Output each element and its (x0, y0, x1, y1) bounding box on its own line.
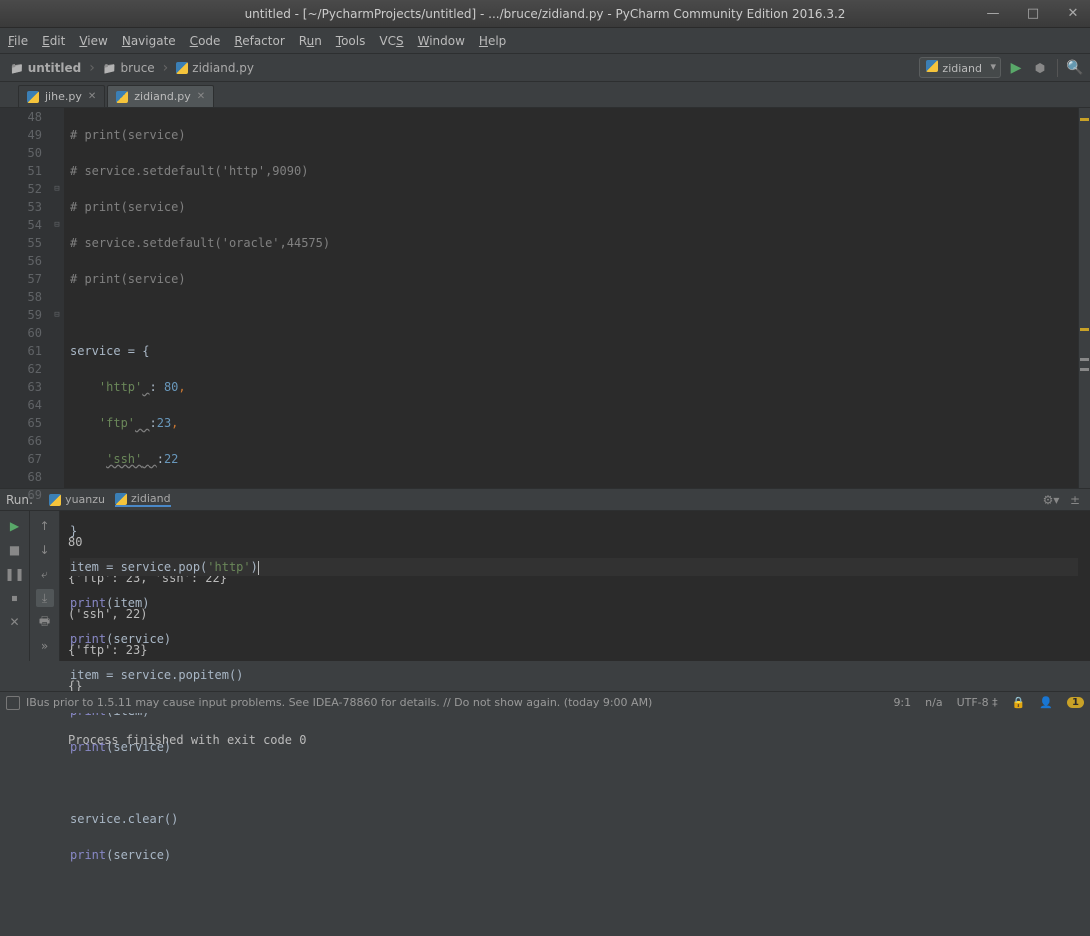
line-separator[interactable]: n/a (925, 696, 942, 709)
code-area[interactable]: # print(service) # service.setdefault('h… (64, 108, 1078, 488)
breadcrumb-project[interactable]: untitled (6, 59, 85, 77)
python-file-icon (27, 91, 39, 103)
cursor-position[interactable]: 9:1 (893, 696, 911, 709)
menu-vcs[interactable]: VCS (379, 34, 403, 48)
encoding[interactable]: UTF-8 ‡ (957, 696, 998, 709)
pause-button[interactable]: ❚❚ (6, 565, 24, 583)
error-stripe[interactable] (1078, 108, 1090, 488)
folder-icon (10, 61, 24, 75)
menu-window[interactable]: Window (418, 34, 465, 48)
status-message[interactable]: IBus prior to 1.5.11 may cause input pro… (26, 696, 652, 709)
tab-label: jihe.py (45, 90, 82, 103)
breadcrumb-folder[interactable]: bruce (99, 59, 159, 77)
exit-button[interactable]: ⏹ (6, 589, 24, 607)
expand-icon[interactable]: » (36, 637, 54, 655)
menu-refactor[interactable]: Refactor (234, 34, 284, 48)
navigation-bar: untitled › bruce › zidiand.py zidiand ▶ … (0, 54, 1090, 82)
separator (1057, 59, 1058, 77)
status-bar: IBus prior to 1.5.11 may cause input pro… (0, 691, 1090, 713)
code-editor[interactable]: 4849505152535455565758596061626364656667… (0, 108, 1090, 488)
minimize-button[interactable]: — (982, 6, 1004, 21)
menu-file[interactable]: File (8, 34, 28, 48)
python-icon (926, 60, 938, 72)
breadcrumb: untitled › bruce › zidiand.py (6, 59, 258, 77)
text-caret (258, 561, 259, 575)
menu-code[interactable]: Code (190, 34, 221, 48)
run-button[interactable]: ▶ (1007, 59, 1025, 77)
chevron-right-icon: › (163, 60, 169, 76)
close-button[interactable]: ✕ (1062, 6, 1084, 21)
hector-icon[interactable]: 👤 (1039, 696, 1053, 709)
scroll-to-end-icon[interactable]: ⤓ (36, 589, 54, 607)
line-number-gutter: 4849505152535455565758596061626364656667… (0, 108, 50, 488)
menu-help[interactable]: Help (479, 34, 506, 48)
up-stack-icon[interactable]: ↑ (36, 517, 54, 535)
print-icon[interactable]: 🖶 (36, 613, 54, 631)
menubar: File Edit View Navigate Code Refactor Ru… (0, 28, 1090, 54)
chevron-right-icon: › (89, 60, 95, 76)
tab-jihe[interactable]: jihe.py ✕ (18, 85, 105, 107)
soft-wrap-icon[interactable]: ⤶ (36, 565, 54, 583)
maximize-button[interactable]: □ (1022, 6, 1044, 21)
menu-run[interactable]: Run (299, 34, 322, 48)
folder-icon (103, 61, 117, 75)
run-left-toolbar2: ↑ ↓ ⤶ ⤓ 🖶 » (30, 511, 60, 661)
notification-badge[interactable]: 1 (1067, 697, 1084, 708)
debug-button[interactable]: ⬢ (1031, 59, 1049, 77)
window-title: untitled - [~/PycharmProjects/untitled] … (245, 7, 846, 21)
run-config-selector[interactable]: zidiand (919, 57, 1001, 78)
breadcrumb-file[interactable]: zidiand.py (172, 59, 258, 77)
down-stack-icon[interactable]: ↓ (36, 541, 54, 559)
search-everywhere-button[interactable]: 🔍 (1066, 59, 1084, 77)
tool-windows-icon[interactable] (6, 696, 20, 710)
close-tab-icon[interactable]: ✕ (197, 91, 205, 102)
menu-navigate[interactable]: Navigate (122, 34, 176, 48)
rerun-button[interactable]: ▶ (6, 517, 24, 535)
close-run-button[interactable]: ✕ (6, 613, 24, 631)
tab-zidiand[interactable]: zidiand.py ✕ (107, 85, 214, 107)
menu-edit[interactable]: Edit (42, 34, 65, 48)
menu-tools[interactable]: Tools (336, 34, 366, 48)
fold-gutter[interactable]: ⊟⊟⊟ (50, 108, 64, 488)
run-left-toolbar: ▶ ■ ❚❚ ⏹ ✕ (0, 511, 30, 661)
tab-label: zidiand.py (134, 90, 191, 103)
lock-icon[interactable]: 🔒 (1012, 696, 1026, 709)
window-titlebar: untitled - [~/PycharmProjects/untitled] … (0, 0, 1090, 28)
editor-tabs: jihe.py ✕ zidiand.py ✕ (0, 82, 1090, 108)
close-tab-icon[interactable]: ✕ (88, 91, 96, 102)
stop-button[interactable]: ■ (6, 541, 24, 559)
python-file-icon (116, 91, 128, 103)
menu-view[interactable]: View (79, 34, 107, 48)
python-file-icon (176, 62, 188, 74)
